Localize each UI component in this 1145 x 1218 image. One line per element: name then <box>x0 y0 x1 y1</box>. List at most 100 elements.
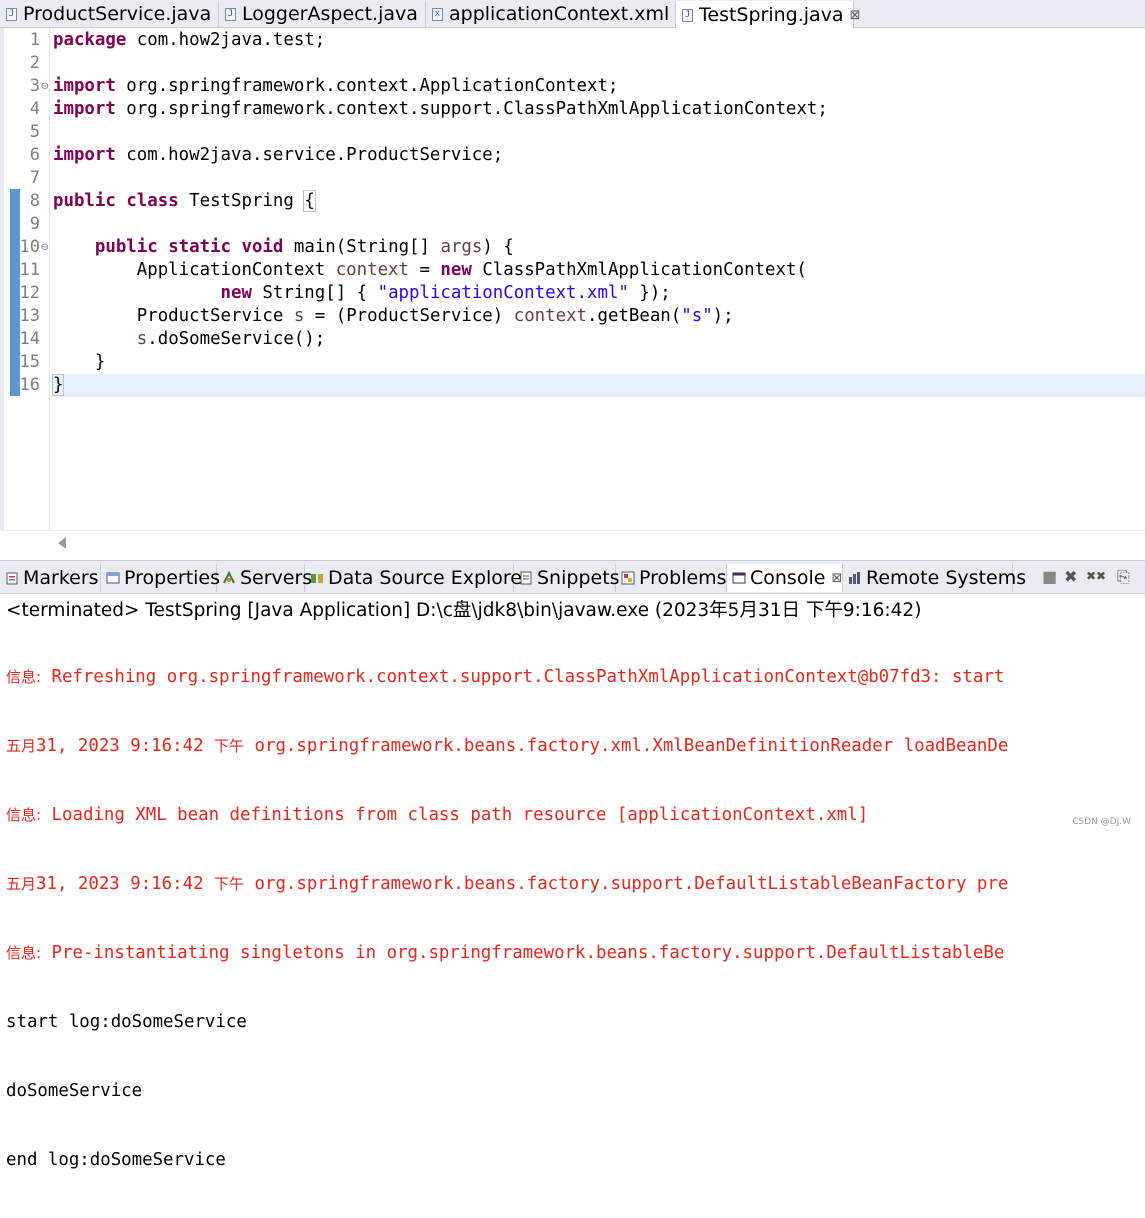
keyword: package <box>53 30 127 50</box>
tab-console[interactable]: Console ⊠ <box>727 564 843 592</box>
fold-collapse-icon[interactable]: ⊖ <box>41 236 49 259</box>
log-level: 信息: <box>6 668 42 686</box>
tab-label: LoggerAspect.java <box>242 3 418 25</box>
properties-icon <box>106 572 120 584</box>
line-number: 2 <box>29 53 40 73</box>
keyword: void <box>241 237 284 257</box>
horizontal-scrollbar[interactable] <box>0 530 1145 556</box>
matching-bracket: { <box>303 190 316 212</box>
tab-properties[interactable]: Properties <box>101 564 221 592</box>
code-text: = <box>409 260 441 280</box>
tab-label: Data Source Explorer <box>328 567 530 589</box>
console-line-stdout: start log:doSomeService <box>6 1012 247 1032</box>
tab-label: TestSpring.java <box>699 4 844 26</box>
tab-loggeraspect-java[interactable]: J LoggerAspect.java <box>219 1 426 27</box>
remote-systems-icon <box>849 572 860 584</box>
problems-icon <box>621 571 635 585</box>
keyword: new <box>440 260 472 280</box>
keyword: new <box>220 283 252 303</box>
markers-icon <box>6 572 18 585</box>
tab-testspring-java[interactable]: J TestSpring.java ⊠ <box>676 1 860 29</box>
code-line: ApplicationContext context = new ClassPa… <box>53 259 1145 282</box>
tab-remote-systems[interactable]: Remote Systems <box>843 564 1026 592</box>
tab-data-source-explorer[interactable]: Data Source Explorer <box>305 564 530 592</box>
tab-label: Problems <box>639 567 727 589</box>
line-number: 9 <box>29 214 40 234</box>
code-line: public static void main(String[] args) { <box>53 236 1145 259</box>
tab-productservice-java[interactable]: J ProductService.java <box>0 1 219 27</box>
close-tab-icon[interactable]: ⊠ <box>850 8 861 23</box>
log-text: 31, 2023 9:16:42 <box>36 874 215 894</box>
code-line: } <box>53 351 1145 374</box>
variable: s <box>136 329 148 349</box>
tab-markers[interactable]: Markers <box>0 564 101 592</box>
code-text: }); <box>628 283 671 303</box>
database-icon <box>311 574 323 583</box>
line-number: 10 <box>19 237 40 257</box>
code-area[interactable]: package com.how2java.test; import org.sp… <box>51 28 1145 530</box>
log-level: 信息: <box>6 944 42 962</box>
code-line: ProductService s = (ProductService) cont… <box>53 305 1145 328</box>
tab-label: Properties <box>124 567 221 589</box>
tab-applicationcontext-xml[interactable]: x applicationContext.xml <box>426 1 676 27</box>
log-text: 31, 2023 9:16:42 <box>36 736 215 756</box>
code-text: String[] { <box>251 283 378 303</box>
code-text: main(String[] <box>283 237 441 257</box>
views-tab-bar: Markers Properties Servers Data Source E… <box>0 560 1145 594</box>
scroll-left-arrow-icon[interactable] <box>58 537 66 549</box>
console-line-stderr: 信息: Pre-instantiating singletons in org.… <box>6 942 1008 965</box>
log-text: org.springframework.beans.factory.xml.Xm… <box>244 736 1009 756</box>
terminate-icon[interactable]: ■ <box>1042 567 1057 586</box>
remove-all-launches-icon[interactable]: ✖✖ <box>1086 569 1106 583</box>
console-line-stderr: 五月31, 2023 9:16:42 下午 org.springframewor… <box>6 735 1008 758</box>
console-output[interactable]: 信息: Refreshing org.springframework.conte… <box>6 620 1008 1218</box>
watermark: CSDN @DJ.W <box>1072 817 1131 827</box>
console-process-label: <terminated> TestSpring [Java Applicatio… <box>6 600 922 621</box>
line-number: 7 <box>29 168 40 188</box>
code-text: ) { <box>482 237 514 257</box>
tab-problems[interactable]: Problems <box>616 564 727 592</box>
code-text: .doSomeService(); <box>147 329 326 349</box>
console-view[interactable]: <terminated> TestSpring [Java Applicatio… <box>0 594 1145 1170</box>
matching-bracket: } <box>51 374 65 396</box>
keyword: import <box>53 99 116 119</box>
log-text: org.springframework.beans.factory.suppor… <box>244 874 1009 894</box>
remove-launch-icon[interactable]: ✖ <box>1064 567 1077 586</box>
fold-collapse-icon[interactable]: ⊖ <box>41 75 49 98</box>
code-editor[interactable]: 1 2 3 ⊖ 4 5 6 7 8 9 10 ⊖ 11 12 13 14 15 … <box>0 28 1145 530</box>
servers-icon <box>223 571 235 584</box>
keyword: import <box>53 145 116 165</box>
code-text: org.springframework.context.ApplicationC… <box>115 76 619 96</box>
code-line: new String[] { "applicationContext.xml" … <box>53 282 1145 305</box>
line-number: 16 <box>19 375 40 395</box>
java-file-icon: J <box>682 8 693 22</box>
keyword: import <box>53 76 116 96</box>
console-line-stdout: end log:doSomeService <box>6 1150 226 1170</box>
tab-label: Remote Systems <box>866 567 1027 589</box>
console-line-stderr: 信息: Loading XML bean definitions from cl… <box>6 804 1008 827</box>
log-ampm: 下午 <box>214 737 245 755</box>
code-line: import org.springframework.context.suppo… <box>53 98 1145 121</box>
code-text: .getBean( <box>587 306 682 326</box>
line-number-gutter: 1 2 3 ⊖ 4 5 6 7 8 9 10 ⊖ 11 12 13 14 15 … <box>4 28 50 530</box>
current-code-line: } <box>51 374 1145 397</box>
log-level: 信息: <box>6 806 42 824</box>
close-tab-icon[interactable]: ⊠ <box>831 571 842 586</box>
line-number: 5 <box>29 122 40 142</box>
line-number: 6 <box>29 145 40 165</box>
code-text: TestSpring <box>178 191 305 211</box>
pin-console-icon[interactable]: ⎘ <box>1117 567 1130 587</box>
log-month: 五月 <box>6 737 37 755</box>
code-line: package com.how2java.test; <box>53 29 1145 52</box>
tab-label: Snippets <box>537 567 620 589</box>
line-number: 12 <box>19 283 40 303</box>
tab-servers[interactable]: Servers <box>217 564 312 592</box>
code-text: com.how2java.test; <box>126 30 326 50</box>
code-text: ClassPathXmlApplicationContext( <box>471 260 807 280</box>
tab-snippets[interactable]: Snippets <box>514 564 620 592</box>
keyword: public <box>94 237 158 257</box>
variable: context <box>513 306 588 326</box>
console-icon <box>732 572 746 584</box>
log-ampm: 下午 <box>214 875 245 893</box>
code-text: ); <box>712 306 734 326</box>
